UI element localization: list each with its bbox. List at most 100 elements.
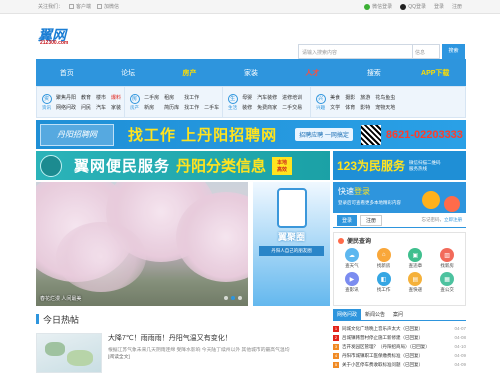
tab-politics[interactable]: 网络问政 [333, 309, 362, 320]
query-movie[interactable]: ▶ 查影讯 [336, 272, 368, 293]
subnav-link[interactable]: 体育 [345, 104, 355, 111]
people-service-banner[interactable]: 123为民服务 微信扫描二维码 服务热线 [333, 151, 466, 180]
subnav-link[interactable]: 二手房 [144, 94, 159, 101]
subnav-link[interactable]: 文学 [330, 104, 340, 111]
site-logo[interactable]: 翼网 212300.com [38, 25, 84, 47]
subnav-link[interactable]: 网络问政 [56, 104, 76, 111]
read-more-link[interactable]: [阅读全文] [108, 355, 130, 360]
nav-jobs[interactable]: 人才 [282, 68, 343, 78]
quick-login-title: 快速登录 [338, 187, 370, 196]
query-violation[interactable]: ▣ 查违章 [400, 248, 432, 269]
service-banner[interactable]: 翼网便民服务 丹阳分类信息 本地 高效 [36, 151, 330, 180]
login-link[interactable]: 登录 [434, 3, 444, 10]
subnav-link[interactable]: 免费商家 [257, 104, 277, 111]
news-item[interactable]: 5 关于小区停车费收取标准问题（已回复） 04-09 [333, 360, 466, 369]
subnav-link[interactable]: 进修培训 [282, 94, 302, 101]
query-house[interactable]: ⌂ 找新房 [368, 248, 400, 269]
promo-title: 翼聚圈 [277, 232, 305, 242]
weibo-link[interactable]: 加微信 [97, 3, 119, 10]
nav-decor[interactable]: 家装 [220, 68, 281, 78]
building-icon: ▥ [440, 248, 455, 262]
hot-post-item[interactable]: 大降7℃！雨雨雨！丹阳气温又有变化！ 根据江苏气象未来几天阴雨连绵 受降水影响 … [36, 333, 330, 375]
nav-home[interactable]: 首页 [36, 68, 97, 78]
nav-search[interactable]: 搜索 [343, 68, 404, 78]
query-express[interactable]: ▤ 查快递 [400, 272, 432, 293]
follow-label: 关注我们： [38, 4, 64, 10]
query-weather[interactable]: ☁ 查天气 [336, 248, 368, 269]
subnav-link[interactable]: 二手车 [204, 104, 219, 111]
subnav-link[interactable]: 宠物天地 [375, 104, 395, 111]
chat-bubble-icon [444, 196, 460, 212]
subnav-link[interactable]: 简历库 [164, 104, 179, 111]
subnav-link[interactable]: 家装 [111, 104, 121, 111]
search-input[interactable]: 请输入搜索内容 [298, 44, 412, 59]
subnav-link[interactable]: 汽车装修 [257, 94, 277, 101]
qr-code-icon [360, 124, 381, 145]
nav-forum[interactable]: 论坛 [97, 68, 158, 78]
subnav-link[interactable]: 汽车 [96, 104, 106, 111]
subnav-link[interactable]: 新房 [144, 104, 159, 111]
service-logo-icon [40, 155, 62, 177]
news-item[interactable]: 2 吕城镇韩营村停止施工新修建（已回复） 04-08 [333, 333, 466, 342]
wechat-login-link[interactable]: 微信登录 [364, 3, 392, 10]
register-link[interactable]: 注册 [452, 3, 462, 10]
top-bar: 关注我们： 客户端 加微信 微信登录 QQ登录 登录 注册 [0, 0, 500, 14]
subnav-link[interactable]: 楼市 [96, 94, 106, 101]
recruit-banner[interactable]: 丹阳招聘网 找工作 上丹阳招聘网 招聘应聘 一网搞定 8621-02203333 [36, 120, 466, 149]
login-button[interactable]: 登录 [337, 214, 358, 226]
post-title[interactable]: 大降7℃！雨雨雨！丹阳气温又有变化！ [108, 333, 328, 343]
subnav-link[interactable]: 聚焦丹阳 [56, 94, 76, 101]
subnav-link[interactable]: 母婴 [242, 94, 252, 101]
news-item[interactable]: 4 丹阳市城镇职工医保缴费标准（已回复） 04-09 [333, 351, 466, 360]
news-item[interactable]: 1 同城文化广场晚上音乐声太大（已回复） 04-07 [333, 324, 466, 333]
news-icon: 资资讯 [40, 92, 53, 112]
convenience-query: 便民查询 ☁ 查天气 ⌂ 找新房 ▣ 查违章 ▥ 找新房 ▶ 查影讯 ◧ 找工作 ▤ 查快递 … [333, 232, 466, 306]
house-icon: ⌂ [376, 248, 391, 262]
subnav-link[interactable]: 旅游 [360, 94, 370, 101]
phone-icon [69, 4, 75, 10]
subnav-link[interactable]: 租房 [164, 94, 179, 101]
search-category-select[interactable]: 信息 [412, 44, 440, 59]
subnav-link[interactable]: 找工作 [184, 94, 199, 101]
recruit-banner-sub: 招聘应聘 一网搞定 [295, 128, 353, 141]
app-promo-banner[interactable]: 翼聚圈 丹阳人自己的朋友圈 [253, 182, 330, 306]
register-button[interactable]: 注册 [360, 214, 383, 226]
query-rent[interactable]: ▥ 找新房 [431, 248, 463, 269]
subnav-group-news: 资资讯 聚焦丹阳 教育 楼市 爆料 网络问政 问民 汽车 家装 [37, 87, 126, 117]
promo-sub: 丹阳人自己的朋友圈 [259, 246, 324, 256]
subnav-link[interactable]: 问民 [81, 104, 91, 111]
nav-house[interactable]: 房产 [159, 68, 220, 78]
search-button[interactable]: 搜索 [442, 44, 465, 59]
logo-domain: 212300.com [40, 40, 69, 46]
subnav-link[interactable]: 摄影 [345, 94, 355, 101]
post-thumbnail[interactable] [36, 333, 102, 373]
subnav-link[interactable]: 二手交易 [282, 104, 302, 111]
hero-carousel[interactable]: 春花烂漫 人间最美 [36, 182, 248, 306]
qq-login-link[interactable]: QQ登录 [400, 3, 426, 10]
subnav-link[interactable] [204, 94, 219, 101]
carousel-dots[interactable] [224, 296, 242, 300]
query-job[interactable]: ◧ 找工作 [368, 272, 400, 293]
subnav-link[interactable]: 装修 [242, 104, 252, 111]
tab-notice[interactable]: 新闻公告 [361, 309, 389, 320]
subnav-link[interactable]: 花鸟鱼虫 [375, 94, 395, 101]
subnav-group-interest: 兴兴趣 美食 摄影 旅游 花鸟鱼虫 文学 体育 影特 宠物天地 [311, 87, 398, 117]
subnav-link[interactable]: 美食 [330, 94, 340, 101]
client-link[interactable]: 客户端 [69, 3, 91, 10]
phone-icon [277, 188, 307, 228]
subnav-link[interactable]: 影特 [360, 104, 370, 111]
forgot-password-link[interactable]: 忘记密码，立即注册 [422, 217, 463, 223]
briefcase-icon: ◧ [376, 272, 391, 286]
subnav-link[interactable]: 教育 [81, 94, 91, 101]
news-item[interactable]: 3 吉开发园区管理？（丹阳招商局）（已回复） 04-10 [333, 342, 466, 351]
subnav-link[interactable]: 找工作 [184, 104, 199, 111]
service-banner-sub: 丹阳分类信息 [176, 158, 267, 175]
chat-bubble-icon [422, 191, 440, 209]
subnav-link-hot[interactable]: 爆料 [111, 94, 121, 101]
weather-icon: ☁ [344, 248, 359, 262]
news-panel: 网络问政 新闻公告 案问 1 同城文化广场晚上音乐声太大（已回复） 04-07 2吕… [333, 309, 466, 375]
sub-nav: 资资讯 聚焦丹阳 教育 楼市 爆料 网络问政 问民 汽车 家装 房房产 二手房 … [36, 86, 466, 118]
tab-case[interactable]: 案问 [389, 309, 407, 320]
nav-app-download[interactable]: APP下载 [405, 68, 466, 78]
query-bus[interactable]: ▦ 查公交 [431, 272, 463, 293]
